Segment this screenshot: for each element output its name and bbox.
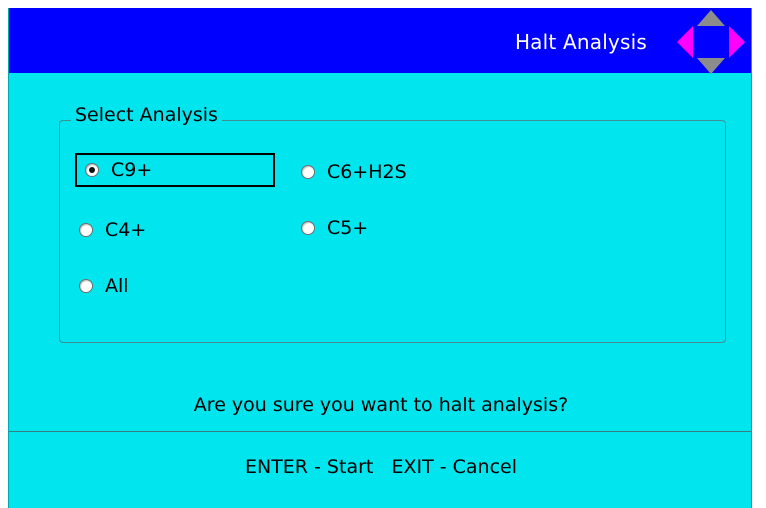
radio-option-label: C6+H2S: [327, 161, 407, 183]
right-arrow-icon: [729, 26, 745, 58]
radio-option-all[interactable]: All: [79, 269, 129, 303]
footer-divider: [9, 431, 751, 432]
enter-start-hint[interactable]: ENTER - Start: [245, 456, 373, 478]
select-analysis-legend: Select Analysis: [71, 104, 222, 126]
title-bar: Halt Analysis: [9, 8, 751, 74]
radio-option-c6-h2s[interactable]: C6+H2S: [301, 155, 407, 189]
footer-key-hints: ENTER - Start EXIT - Cancel: [9, 456, 751, 478]
halt-confirmation-prompt: Are you sure you want to halt analysis?: [193, 394, 569, 416]
direction-pad-icon: [677, 10, 745, 74]
radio-button-icon: [79, 223, 93, 237]
screen-title: Halt Analysis: [514, 30, 647, 54]
radio-button-icon: [301, 221, 315, 235]
halt-analysis-screen: Halt Analysis Select Analysis C9+ C6+H2S…: [8, 8, 752, 508]
down-arrow-icon: [697, 58, 725, 74]
up-arrow-icon: [697, 10, 725, 26]
radio-option-label: C5+: [327, 217, 369, 239]
hint-separator: [373, 456, 391, 478]
radio-button-icon: [85, 163, 99, 177]
radio-button-icon: [79, 279, 93, 293]
radio-option-c9[interactable]: C9+: [75, 153, 275, 187]
left-arrow-icon: [677, 26, 693, 58]
radio-option-c4[interactable]: C4+: [79, 213, 146, 247]
radio-option-label: C4+: [105, 219, 147, 241]
exit-cancel-hint[interactable]: EXIT - Cancel: [391, 456, 517, 478]
radio-option-c5[interactable]: C5+: [301, 211, 368, 245]
radio-option-label: C9+: [111, 159, 153, 181]
radio-option-label: All: [105, 275, 129, 297]
radio-button-icon: [301, 165, 315, 179]
